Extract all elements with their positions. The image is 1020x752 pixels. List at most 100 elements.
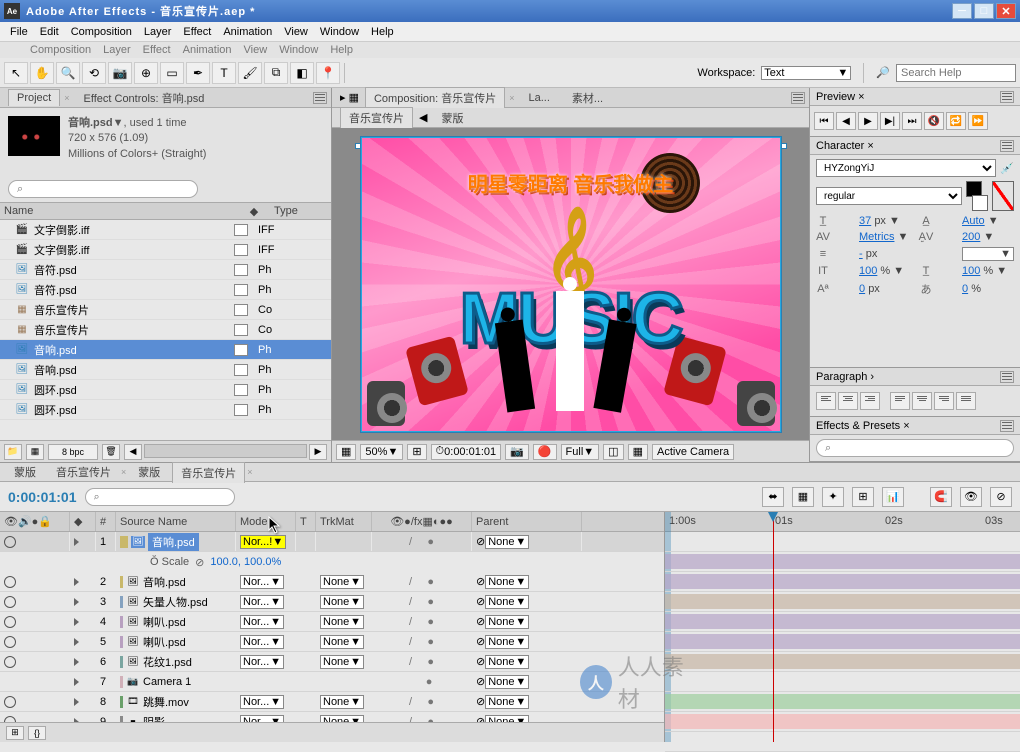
tab-preview[interactable]: Preview × xyxy=(816,91,865,103)
res-toggle-button[interactable]: ⊞ xyxy=(407,444,426,460)
font-style-select[interactable]: regular xyxy=(816,187,962,205)
composition-viewer[interactable]: 明星零距离 音乐我做主 𝄞 MUSIC xyxy=(332,128,809,440)
mode-dropdown[interactable]: Nor...▼ xyxy=(240,635,284,649)
zoom-tool-icon[interactable]: 🔍 xyxy=(56,62,80,84)
track-bar[interactable] xyxy=(665,612,1020,632)
tl-tool-4[interactable]: ⊞ xyxy=(852,487,874,507)
clone-tool-icon[interactable]: ⧉ xyxy=(264,62,288,84)
grid-toggle-button[interactable]: ▦ xyxy=(336,444,356,460)
parent-dropdown[interactable]: None▼ xyxy=(485,695,529,709)
minimize-button[interactable]: ─ xyxy=(952,3,972,19)
mode-dropdown[interactable]: Nor...▼ xyxy=(240,575,284,589)
track-bar[interactable] xyxy=(665,552,1020,572)
first-frame-button[interactable]: ⏮ xyxy=(814,112,834,130)
tl-tool-5[interactable]: 📊 xyxy=(882,487,904,507)
maximize-button[interactable]: □ xyxy=(974,3,994,19)
project-item[interactable]: 🖼音响.psdPh xyxy=(0,340,331,360)
eraser-tool-icon[interactable]: ◧ xyxy=(290,62,314,84)
trkmat-dropdown[interactable]: None▼ xyxy=(320,595,364,609)
font-family-select[interactable]: HYZongYiJ xyxy=(816,159,996,177)
tab-composition-viewer[interactable]: Composition: 音乐宣传片 xyxy=(365,87,505,108)
vscale-field[interactable]: 100 xyxy=(859,265,877,277)
layer-row[interactable]: 9 ■阴影 Nor...▼ None▼ / ● ⊘ None▼ xyxy=(0,712,664,722)
trkmat-dropdown[interactable]: None▼ xyxy=(320,635,364,649)
trkmat-dropdown[interactable]: None▼ xyxy=(320,575,364,589)
menu-view[interactable]: View xyxy=(278,24,314,40)
parent-dropdown[interactable]: None▼ xyxy=(485,535,529,549)
close-button[interactable]: ✕ xyxy=(996,3,1016,19)
brush-tool-icon[interactable]: 🖌 xyxy=(238,62,262,84)
track-bar[interactable] xyxy=(665,692,1020,712)
project-list[interactable]: 🎬文字倒影.iffIFF🎬文字倒影.iffIFF🖼音符.psdPh🖼音符.psd… xyxy=(0,220,331,440)
project-item[interactable]: 🖼圆环.psdPh xyxy=(0,400,331,420)
resolution-dropdown[interactable]: Full ▼ xyxy=(561,444,600,460)
draft3d-button[interactable]: ▦ xyxy=(792,487,814,507)
panel-menu-icon[interactable] xyxy=(1000,420,1014,432)
selection-handle[interactable] xyxy=(781,143,787,149)
close-icon[interactable]: × xyxy=(121,467,126,477)
track-bar[interactable] xyxy=(665,592,1020,612)
camera-tool-icon[interactable]: 📷 xyxy=(108,62,132,84)
col-source-name[interactable]: Source Name xyxy=(116,512,236,531)
zoom-dropdown[interactable]: 50% ▼ xyxy=(360,444,403,460)
panel-menu-icon[interactable] xyxy=(313,92,327,104)
justify-left-button[interactable] xyxy=(890,392,910,410)
menu-effect[interactable]: Effect xyxy=(177,24,217,40)
trkmat-dropdown[interactable]: None▼ xyxy=(320,715,364,723)
tab-layer[interactable]: La... xyxy=(521,90,558,106)
col-parent[interactable]: Parent xyxy=(472,512,582,531)
loop-button[interactable]: 🔁 xyxy=(946,112,966,130)
align-right-button[interactable] xyxy=(860,392,880,410)
new-folder-button[interactable]: 📁 xyxy=(4,444,22,460)
project-item[interactable]: 🖼圆环.psdPh xyxy=(0,380,331,400)
panel-menu-icon[interactable] xyxy=(1000,140,1014,152)
next-frame-button[interactable]: ▶| xyxy=(880,112,900,130)
tab-character[interactable]: Character × xyxy=(816,140,874,152)
font-size-field[interactable]: 37 xyxy=(859,215,871,227)
track-bar[interactable] xyxy=(665,732,1020,752)
toggle-switches-button[interactable]: ⊞ xyxy=(6,726,24,740)
track-bar[interactable] xyxy=(665,712,1020,732)
parent-dropdown[interactable]: None▼ xyxy=(485,635,529,649)
menu-window[interactable]: Window xyxy=(314,24,365,40)
layer-row[interactable]: 5 🖼喇叭.psd Nor...▼ None▼ / ● ⊘ None▼ xyxy=(0,632,664,652)
parent-dropdown[interactable]: None▼ xyxy=(485,655,529,669)
puppet-tool-icon[interactable]: 📍 xyxy=(316,62,340,84)
effects-search-input[interactable] xyxy=(816,439,1014,457)
trkmat-dropdown[interactable]: None▼ xyxy=(320,655,364,669)
close-icon[interactable]: × xyxy=(247,467,252,477)
panel-menu-icon[interactable] xyxy=(791,92,805,104)
project-item[interactable]: 🎬文字倒影.iffIFF xyxy=(0,240,331,260)
timeline-search-input[interactable] xyxy=(85,488,235,506)
composition-canvas[interactable]: 明星零距离 音乐我做主 𝄞 MUSIC xyxy=(361,137,781,432)
menu-help[interactable]: Help xyxy=(365,24,400,40)
transparency-button[interactable]: ▦ xyxy=(628,444,648,460)
tab-effect-controls[interactable]: Effect Controls: 音响.psd xyxy=(76,88,213,108)
mode-dropdown[interactable]: Nor...▼ xyxy=(240,595,284,609)
layer-row[interactable]: 2 🖼音响.psd Nor...▼ None▼ / ● ⊘ None▼ xyxy=(0,572,664,592)
layer-row[interactable]: 1 🖼音响.psd Nor...!▼ / ● ⊘ None▼ xyxy=(0,532,664,552)
tl-tab-0[interactable]: 蒙版 xyxy=(6,462,44,482)
scroll-left-button[interactable]: ◀ xyxy=(124,444,142,460)
menu-file[interactable]: File xyxy=(4,24,34,40)
toggle-modes-button[interactable]: {} xyxy=(28,726,46,740)
selection-tool-icon[interactable]: ↖ xyxy=(4,62,28,84)
pen-tool-icon[interactable]: ✒ xyxy=(186,62,210,84)
justify-right-button[interactable] xyxy=(934,392,954,410)
layer-row[interactable]: 3 🖼矢量人物.psd Nor...▼ None▼ / ● ⊘ None▼ xyxy=(0,592,664,612)
menu-layer[interactable]: Layer xyxy=(138,24,178,40)
tab-project[interactable]: Project xyxy=(8,89,60,106)
play-button[interactable]: ▶ xyxy=(858,112,878,130)
hand-tool-icon[interactable]: ✋ xyxy=(30,62,54,84)
camera-dropdown[interactable]: Active Camera xyxy=(652,444,734,460)
color-swatch[interactable] xyxy=(966,181,988,211)
no-stroke-icon[interactable] xyxy=(992,181,1014,211)
close-icon[interactable]: × xyxy=(509,93,514,103)
project-item[interactable]: ▦音乐宣传片Co xyxy=(0,300,331,320)
current-time-display[interactable]: 0:00:01:01 xyxy=(8,489,77,505)
channel-button[interactable]: 🔴 xyxy=(533,444,557,460)
parent-dropdown[interactable]: None▼ xyxy=(485,675,529,689)
align-center-button[interactable] xyxy=(838,392,858,410)
tl-tab-1[interactable]: 音乐宣传片 xyxy=(48,462,119,482)
tl-tool-6[interactable]: 🧲 xyxy=(930,487,952,507)
